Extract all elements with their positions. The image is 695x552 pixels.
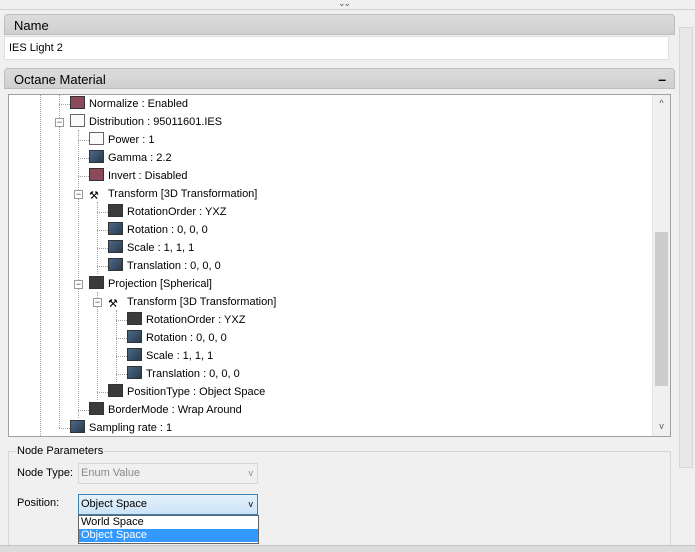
option-world-space[interactable]: World Space: [79, 516, 258, 529]
enabled-icon: [70, 96, 85, 109]
name-field[interactable]: IES Light 2: [4, 36, 669, 60]
tree-scrollbar[interactable]: ^ v: [652, 95, 670, 436]
top-splitter[interactable]: ⌄⌄: [0, 0, 695, 10]
tree-row[interactable]: Translation : 0, 0, 0: [108, 257, 221, 275]
transform-icon: ⚒: [89, 190, 99, 202]
float-value-icon: [70, 420, 85, 433]
tree-row[interactable]: Scale : 1, 1, 1: [108, 239, 194, 257]
enum-icon: [89, 402, 104, 415]
tree-row[interactable]: Power : 1: [89, 131, 154, 149]
tree-row[interactable]: BorderMode : Wrap Around: [89, 401, 242, 419]
projection-icon: [89, 276, 104, 289]
name-panel-header: Name: [4, 14, 675, 35]
tree-row[interactable]: RotationOrder : YXZ: [108, 203, 226, 221]
tree-row[interactable]: Projection [Spherical]: [89, 275, 212, 293]
tree-row[interactable]: Invert : Disabled: [89, 167, 187, 185]
tree-row[interactable]: Rotation : 0, 0, 0: [127, 329, 227, 347]
name-panel-title: Name: [14, 18, 49, 33]
tree-row[interactable]: Sampling rate : 1: [70, 419, 172, 436]
collapse-chevrons-icon[interactable]: ⌄⌄: [338, 0, 351, 9]
position-label: Position:: [17, 497, 60, 509]
chevron-down-icon: v: [248, 468, 254, 478]
node-parameters-title: Node Parameters: [16, 445, 105, 457]
float-value-icon: [108, 258, 123, 271]
option-object-space[interactable]: Object Space: [79, 529, 258, 542]
position-dropdown[interactable]: World Space Object Space: [78, 515, 259, 544]
float-value-icon: [127, 366, 142, 379]
tree-row[interactable]: RotationOrder : YXZ: [127, 311, 245, 329]
tree-row[interactable]: Rotation : 0, 0, 0: [108, 221, 208, 239]
float-value-icon: [89, 150, 104, 163]
tree-row[interactable]: Translation : 0, 0, 0: [127, 365, 240, 383]
float-value-icon: [89, 132, 104, 145]
float-value-icon: [108, 222, 123, 235]
scroll-up-icon[interactable]: ^: [653, 98, 670, 108]
bool-icon: [89, 168, 104, 181]
material-panel-title: Octane Material: [14, 72, 106, 87]
expander-projection-transform[interactable]: −: [93, 298, 102, 307]
scrollbar-thumb[interactable]: [655, 232, 668, 386]
panel-scrollbar[interactable]: [679, 27, 693, 468]
transform-icon: ⚒: [108, 298, 118, 310]
tree-row[interactable]: ⚒ Transform [3D Transformation]: [89, 185, 257, 203]
material-panel: Octane Material –: [4, 68, 675, 90]
material-panel-header[interactable]: Octane Material –: [4, 68, 675, 89]
tree-row[interactable]: Normalize : Enabled: [70, 95, 188, 113]
float-value-icon: [108, 240, 123, 253]
tree-row[interactable]: Distribution : 95011601.IES: [70, 113, 222, 131]
expander-transform[interactable]: −: [74, 190, 83, 199]
tree-row[interactable]: PositionType : Object Space: [108, 383, 265, 401]
node-type-select: Enum Value v: [78, 463, 258, 484]
enum-icon: [108, 204, 123, 217]
tree-row[interactable]: Scale : 1, 1, 1: [127, 347, 213, 365]
expander-distribution[interactable]: −: [55, 118, 64, 127]
texture-node-icon: [70, 114, 85, 127]
scroll-down-icon[interactable]: v: [653, 421, 670, 431]
float-value-icon: [127, 348, 142, 361]
float-value-icon: [127, 330, 142, 343]
chevron-down-icon[interactable]: v: [249, 495, 254, 514]
enum-icon: [127, 312, 142, 325]
position-select[interactable]: Object Space v: [78, 494, 258, 515]
collapse-icon[interactable]: –: [658, 69, 666, 90]
enum-icon: [108, 384, 123, 397]
node-type-label: Node Type:: [17, 467, 74, 479]
tree-row[interactable]: ⚒ Transform [3D Transformation]: [108, 293, 276, 311]
expander-projection[interactable]: −: [74, 280, 83, 289]
material-tree[interactable]: − − − − Normalize : Enabled Distribution…: [8, 94, 671, 437]
tree-row[interactable]: Gamma : 2.2: [89, 149, 172, 167]
